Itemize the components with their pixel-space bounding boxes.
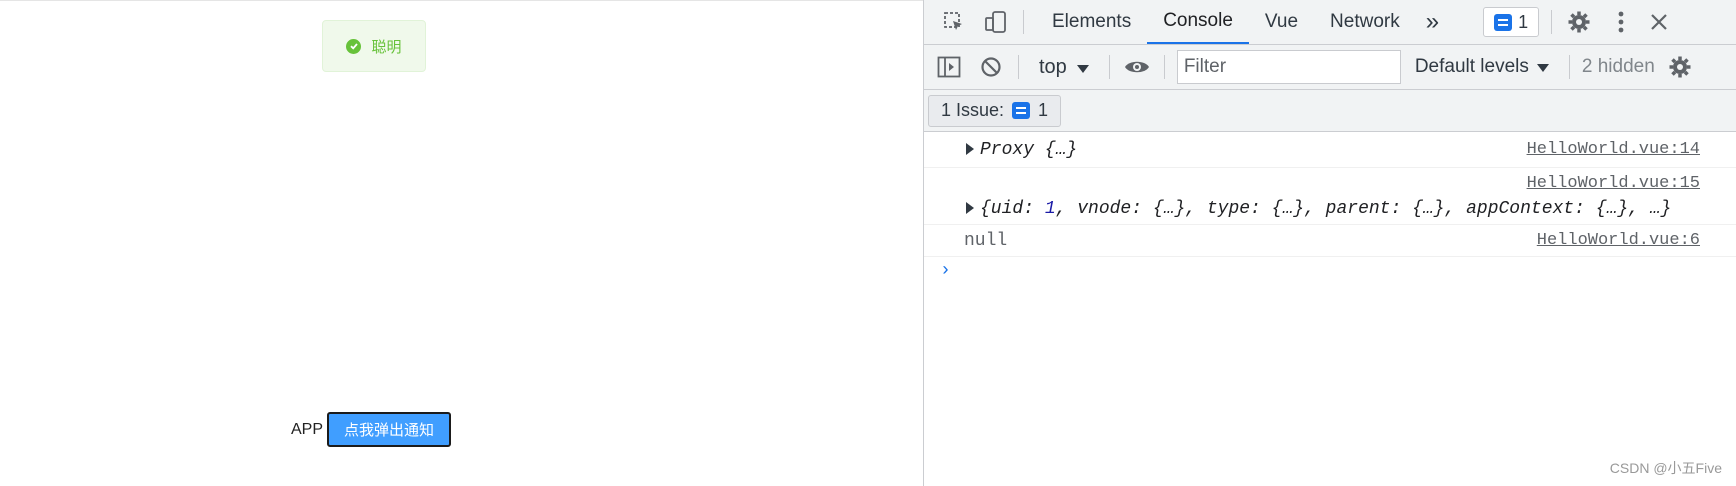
- tab-vue[interactable]: Vue: [1249, 0, 1314, 44]
- screen: 聪明 APP 点我弹出通知 Elements Console Vue Netwo…: [0, 0, 1736, 486]
- log-entry[interactable]: null HelloWorld.vue:6: [924, 225, 1736, 257]
- log-entry[interactable]: HelloWorld.vue:15 {uid: 1, vnode: {…}, t…: [924, 168, 1736, 225]
- log-source-link[interactable]: HelloWorld.vue:6: [1537, 231, 1700, 250]
- divider: [1023, 10, 1024, 34]
- divider: [1108, 55, 1110, 79]
- log-message: Proxy {…}: [980, 140, 1078, 160]
- divider: [1163, 55, 1165, 79]
- check-circle-icon: [346, 38, 362, 54]
- more-tabs-icon[interactable]: »: [1416, 0, 1449, 44]
- inspect-element-icon[interactable]: [939, 7, 969, 37]
- tab-elements[interactable]: Elements: [1036, 0, 1147, 44]
- console-settings-gear-icon[interactable]: [1665, 52, 1695, 82]
- log-source-link[interactable]: HelloWorld.vue:15: [1527, 174, 1700, 193]
- console-prompt-row[interactable]: ›: [924, 257, 1736, 289]
- message-icon: [1494, 13, 1513, 31]
- success-toast: 聪明: [322, 20, 426, 72]
- issues-button[interactable]: 1 Issue: 1: [928, 94, 1062, 127]
- log-message: null: [964, 231, 1008, 251]
- log-levels-dropdown[interactable]: Default levels: [1415, 56, 1549, 78]
- console-output: Proxy {…} HelloWorld.vue:14 HelloWorld.v…: [924, 132, 1736, 289]
- app-label: APP: [291, 420, 324, 438]
- log-source-link[interactable]: HelloWorld.vue:14: [1527, 140, 1700, 159]
- app-controls: APP 点我弹出通知: [291, 412, 452, 447]
- expand-triangle-icon[interactable]: [966, 202, 974, 215]
- divider: [1568, 55, 1570, 79]
- more-options-icon[interactable]: [1606, 7, 1636, 37]
- expand-triangle-icon[interactable]: [966, 143, 974, 156]
- device-toolbar-icon[interactable]: [981, 7, 1011, 37]
- console-toolbar: top Default levels 2 hidden: [924, 45, 1736, 90]
- issues-label: 1 Issue:: [941, 100, 1005, 120]
- log-levels-label: Default levels: [1414, 56, 1529, 77]
- devtools-panel: Elements Console Vue Network » 1 top Fil…: [923, 0, 1736, 486]
- tab-network[interactable]: Network: [1314, 0, 1416, 44]
- show-notification-button[interactable]: 点我弹出通知: [327, 412, 452, 447]
- context-value: top: [1039, 55, 1067, 78]
- clear-console-icon[interactable]: [976, 52, 1006, 82]
- divider: [1018, 55, 1019, 79]
- settings-gear-icon[interactable]: [1564, 7, 1594, 37]
- dropdown-arrow-icon: [1076, 56, 1089, 79]
- divider: [1551, 10, 1553, 34]
- filter-input[interactable]: [1176, 50, 1401, 84]
- message-icon: [1012, 102, 1031, 119]
- tab-console[interactable]: Console: [1147, 0, 1249, 44]
- prompt-chevron-icon: ›: [940, 261, 951, 281]
- devtools-tabbar: Elements Console Vue Network » 1: [924, 0, 1736, 45]
- issues-badge-button[interactable]: 1: [1483, 7, 1540, 37]
- app-page: 聪明 APP 点我弹出通知: [0, 0, 923, 486]
- close-icon[interactable]: [1644, 7, 1674, 37]
- log-message: {uid: 1, vnode: {…}, type: {…}, parent: …: [980, 199, 1672, 219]
- toast-message: 聪明: [371, 38, 402, 56]
- sidebar-toggle-icon[interactable]: [934, 52, 964, 82]
- context-selector[interactable]: top: [1031, 56, 1097, 79]
- watermark: CSDN @小五Five: [1609, 460, 1722, 476]
- issues-bar: 1 Issue: 1: [924, 90, 1736, 132]
- hidden-messages-count: 2 hidden: [1581, 56, 1655, 77]
- log-entry[interactable]: Proxy {…} HelloWorld.vue:14: [924, 132, 1736, 168]
- issues-count: 1: [1038, 100, 1049, 120]
- issues-badge-count: 1: [1518, 11, 1529, 32]
- dropdown-arrow-icon: [1536, 56, 1549, 78]
- eye-icon[interactable]: [1122, 52, 1152, 82]
